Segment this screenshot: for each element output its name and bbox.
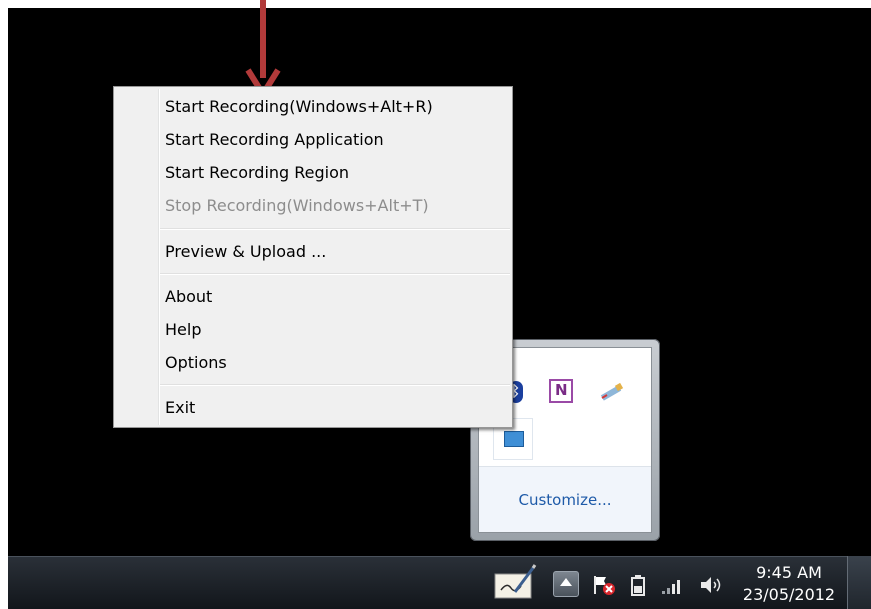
taskbar-clock[interactable]: 9:45 AM 23/05/2012: [733, 562, 845, 608]
chevron-up-icon: [560, 578, 572, 586]
menu-separator: [160, 228, 510, 230]
menu-separator: [160, 384, 510, 386]
onenote-icon[interactable]: N: [549, 379, 573, 403]
menu-icon-gutter: [158, 89, 160, 425]
menu-item-options[interactable]: Options: [165, 348, 227, 378]
action-center-flag-icon[interactable]: [592, 574, 616, 596]
pen-input-icon[interactable]: [599, 381, 625, 401]
menu-item-exit[interactable]: Exit: [165, 393, 195, 423]
menu-item-stop-recording: Stop Recording(Windows+Alt+T): [165, 196, 429, 215]
overflow-popup-footer: Customize...: [479, 466, 651, 532]
show-hidden-icons-button[interactable]: [553, 571, 579, 597]
volume-icon[interactable]: [699, 574, 725, 596]
screenshot-stage: ᛒ N Customize... Start Recording(Windows…: [0, 0, 871, 609]
menu-item-preview-upload[interactable]: Preview & Upload ...: [165, 237, 326, 267]
customize-link[interactable]: Customize...: [479, 491, 651, 509]
menu-separator: [160, 273, 510, 275]
battery-icon[interactable]: [631, 574, 645, 596]
menu-item-help[interactable]: Help: [165, 315, 201, 345]
menu-item-start-recording[interactable]: Start Recording(Windows+Alt+R): [165, 92, 433, 122]
recorder-context-menu: Start Recording(Windows+Alt+R) Start Rec…: [113, 86, 513, 428]
menu-item-start-recording-region[interactable]: Start Recording Region: [165, 158, 349, 188]
network-signal-icon[interactable]: [660, 574, 686, 596]
menu-item-about[interactable]: About: [165, 282, 212, 312]
clock-date: 23/05/2012: [742, 585, 836, 604]
menu-item-start-recording-application[interactable]: Start Recording Application: [165, 125, 384, 155]
clock-time: 9:45 AM: [756, 563, 822, 582]
app-icon-screen: [504, 431, 524, 447]
tablet-input-icon[interactable]: [493, 564, 537, 602]
show-desktop-button[interactable]: [847, 556, 871, 609]
